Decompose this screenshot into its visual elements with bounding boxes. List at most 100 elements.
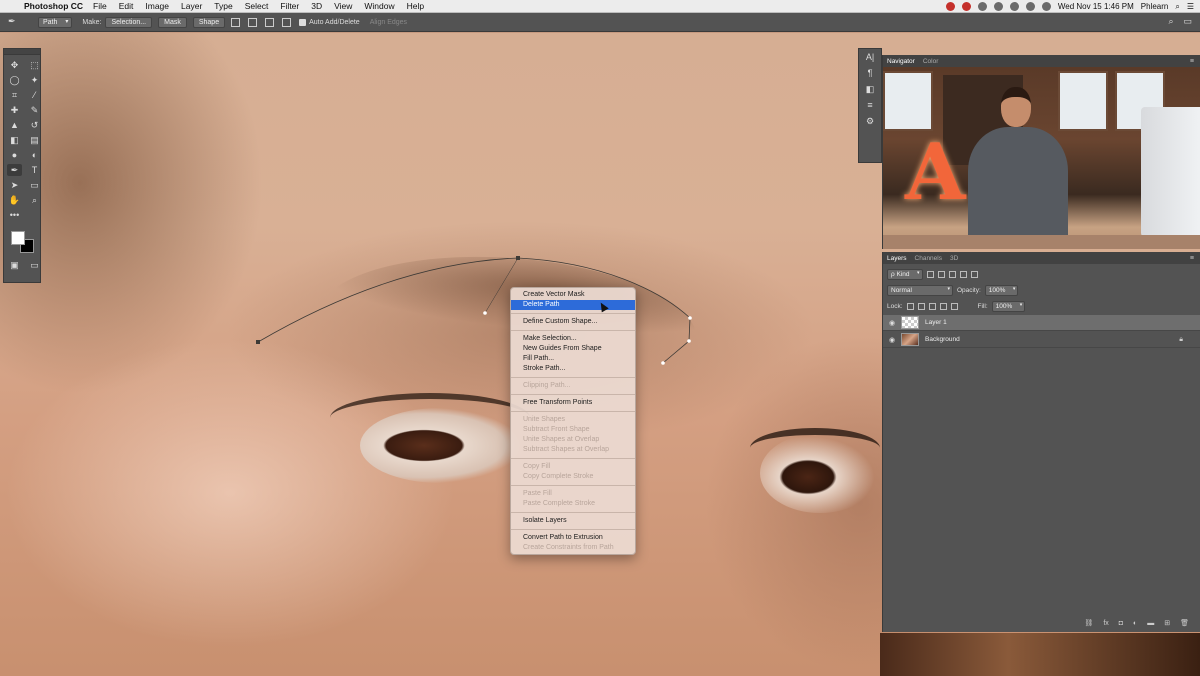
control-handle	[688, 316, 692, 320]
navigator-preview[interactable]: A	[883, 67, 1200, 249]
visibility-eye-icon[interactable]: ◉	[883, 336, 901, 344]
layer-row-layer-1[interactable]: ◉ Layer 1	[883, 315, 1200, 331]
gradient-tool-icon[interactable]: ▤	[27, 134, 42, 146]
context-menu-item[interactable]: Free Transform Points	[511, 398, 635, 408]
path-selection-tool-icon[interactable]: ➤	[7, 179, 22, 191]
tab-layers[interactable]: Layers	[887, 255, 907, 262]
lock-all-icon[interactable]	[950, 303, 958, 310]
move-tool-icon[interactable]: ✥	[7, 59, 22, 71]
magic-wand-tool-icon[interactable]: ✦	[27, 74, 42, 86]
fill-field[interactable]: 100%	[991, 301, 1026, 312]
marquee-letter-sign: A	[905, 127, 966, 218]
brush-tool-icon[interactable]: ✎	[27, 104, 42, 116]
history-brush-tool-icon[interactable]: ↺	[27, 119, 42, 131]
context-menu-item[interactable]: Isolate Layers	[511, 516, 635, 526]
layers-panel-footer: ⛓ fx ◘ ◐ ▬ ⊞ 🗑︎	[883, 614, 1200, 632]
context-menu-item: Clipping Path...	[523, 382, 571, 389]
anchor-point	[516, 256, 520, 260]
filter-shape-icon[interactable]	[959, 271, 967, 278]
properties-panel-icon[interactable]: ≡	[859, 97, 881, 113]
crop-tool-icon[interactable]: ⌗	[7, 89, 22, 101]
panel-menu-icon[interactable]: ≡	[1190, 58, 1194, 65]
context-menu-item[interactable]: Stroke Path...	[511, 364, 635, 374]
filter-pixel-icon[interactable]	[926, 271, 934, 278]
context-menu-item[interactable]: Create Vector Mask	[511, 290, 635, 300]
navigator-panel: Navigator Color ≡ A	[882, 55, 1200, 249]
tab-channels[interactable]: Channels	[915, 255, 942, 262]
tab-color[interactable]: Color	[923, 58, 939, 65]
layers-tabs: Layers Channels 3D ≡	[883, 252, 1200, 264]
history-panel-icon[interactable]: ⚙	[859, 113, 881, 129]
eyedropper-tool-icon[interactable]: ⁄	[27, 89, 42, 101]
filter-adjustment-icon[interactable]	[937, 271, 945, 278]
context-menu-item: Create Constraints from Path	[523, 544, 614, 551]
trash-icon[interactable]: 🗑︎	[1180, 619, 1189, 627]
screen-mode-icon[interactable]: ▭	[27, 259, 42, 271]
healing-brush-tool-icon[interactable]: ✚	[7, 104, 22, 116]
lock-transparent-icon[interactable]	[906, 303, 914, 310]
lock-image-icon[interactable]	[917, 303, 925, 310]
paragraph-panel-icon[interactable]: ¶	[859, 65, 881, 81]
context-menu-item[interactable]: Define Custom Shape...	[511, 317, 635, 327]
blend-mode-select[interactable]: Normal	[887, 285, 953, 296]
add-mask-icon[interactable]: ◘	[1119, 620, 1123, 627]
more-tools-icon[interactable]: •••	[7, 209, 22, 221]
clone-stamp-tool-icon[interactable]: ▲	[7, 119, 22, 131]
context-menu-item[interactable]: Fill Path...	[511, 354, 635, 364]
eraser-tool-icon[interactable]: ◧	[7, 134, 22, 146]
filter-type-icon[interactable]	[948, 271, 956, 278]
window-frame	[1058, 71, 1108, 131]
lock-artboard-icon[interactable]	[939, 303, 947, 310]
opacity-field[interactable]: 100%	[984, 285, 1019, 296]
layer-row-background[interactable]: ◉ Background 🔒︎	[883, 332, 1200, 348]
zoom-tool-icon[interactable]: ⌕	[27, 194, 42, 206]
filter-smart-object-icon[interactable]	[970, 271, 978, 278]
context-menu-item[interactable]: Delete Path	[511, 300, 635, 310]
window-frame	[883, 71, 933, 131]
character-panel-icon[interactable]: A|	[859, 49, 881, 65]
quick-mask-icon[interactable]: ▣	[7, 259, 22, 271]
lasso-tool-icon[interactable]: ◯	[7, 74, 22, 86]
context-menu-item[interactable]: Convert Path to Extrusion	[511, 533, 635, 543]
context-menu-item[interactable]: Make Selection...	[511, 334, 635, 344]
context-menu-item: Unite Shapes	[523, 416, 566, 423]
layer-name: Background	[925, 336, 960, 343]
context-menu-item: Copy Complete Stroke	[523, 473, 594, 480]
pen-tool-icon[interactable]: ✒	[7, 164, 22, 176]
context-menu-item: Subtract Shapes at Overlap	[523, 446, 609, 453]
type-tool-icon[interactable]: T	[27, 164, 42, 176]
new-layer-icon[interactable]: ⊞	[1164, 619, 1170, 627]
rectangle-tool-icon[interactable]: ▭	[27, 179, 42, 191]
context-menu-item: Unite Shapes at Overlap	[523, 436, 600, 443]
fx-icon[interactable]: fx	[1103, 620, 1108, 627]
menu-separator	[511, 394, 635, 395]
layer-kind-filter[interactable]: ρ Kind	[887, 269, 923, 280]
menu-separator	[511, 411, 635, 412]
blur-tool-icon[interactable]: ●	[7, 149, 22, 161]
hand-tool-icon[interactable]: ✋	[7, 194, 22, 206]
panel-menu-icon[interactable]: ≡	[1190, 255, 1194, 262]
tab-3d[interactable]: 3D	[950, 255, 958, 262]
tab-navigator[interactable]: Navigator	[887, 58, 915, 65]
lock-icon: 🔒︎	[1179, 335, 1183, 343]
menu-separator	[511, 313, 635, 314]
lock-position-icon[interactable]	[928, 303, 936, 310]
tools-panel: ✥ ⬚ ◯ ✦ ⌗ ⁄ ✚ ✎ ▲ ↺ ◧ ▤ ● ◐ ✒ T ➤ ▭ ✋ ⌕ …	[3, 48, 41, 283]
color-swatches[interactable]	[4, 229, 40, 255]
visibility-eye-icon[interactable]: ◉	[883, 319, 901, 327]
adjustment-layer-icon[interactable]: ◐	[1133, 620, 1137, 627]
foreground-color-swatch[interactable]	[11, 231, 25, 245]
context-menu-item: Paste Complete Stroke	[523, 500, 595, 507]
context-menu-item: Subtract Front Shape	[523, 426, 590, 433]
new-group-icon[interactable]: ▬	[1147, 620, 1154, 627]
marquee-tool-icon[interactable]: ⬚	[27, 59, 42, 71]
presenter	[963, 87, 1068, 237]
link-layers-icon[interactable]: ⛓	[1084, 619, 1093, 627]
desk	[883, 235, 1200, 249]
monitor	[1141, 107, 1200, 237]
dodge-tool-icon[interactable]: ◐	[27, 149, 42, 161]
control-handle	[687, 339, 691, 343]
adjustments-panel-icon[interactable]: ◧	[859, 81, 881, 97]
path-context-menu: Create Vector Mask Delete Path Define Cust…	[510, 287, 636, 555]
context-menu-item[interactable]: New Guides From Shape	[511, 344, 635, 354]
